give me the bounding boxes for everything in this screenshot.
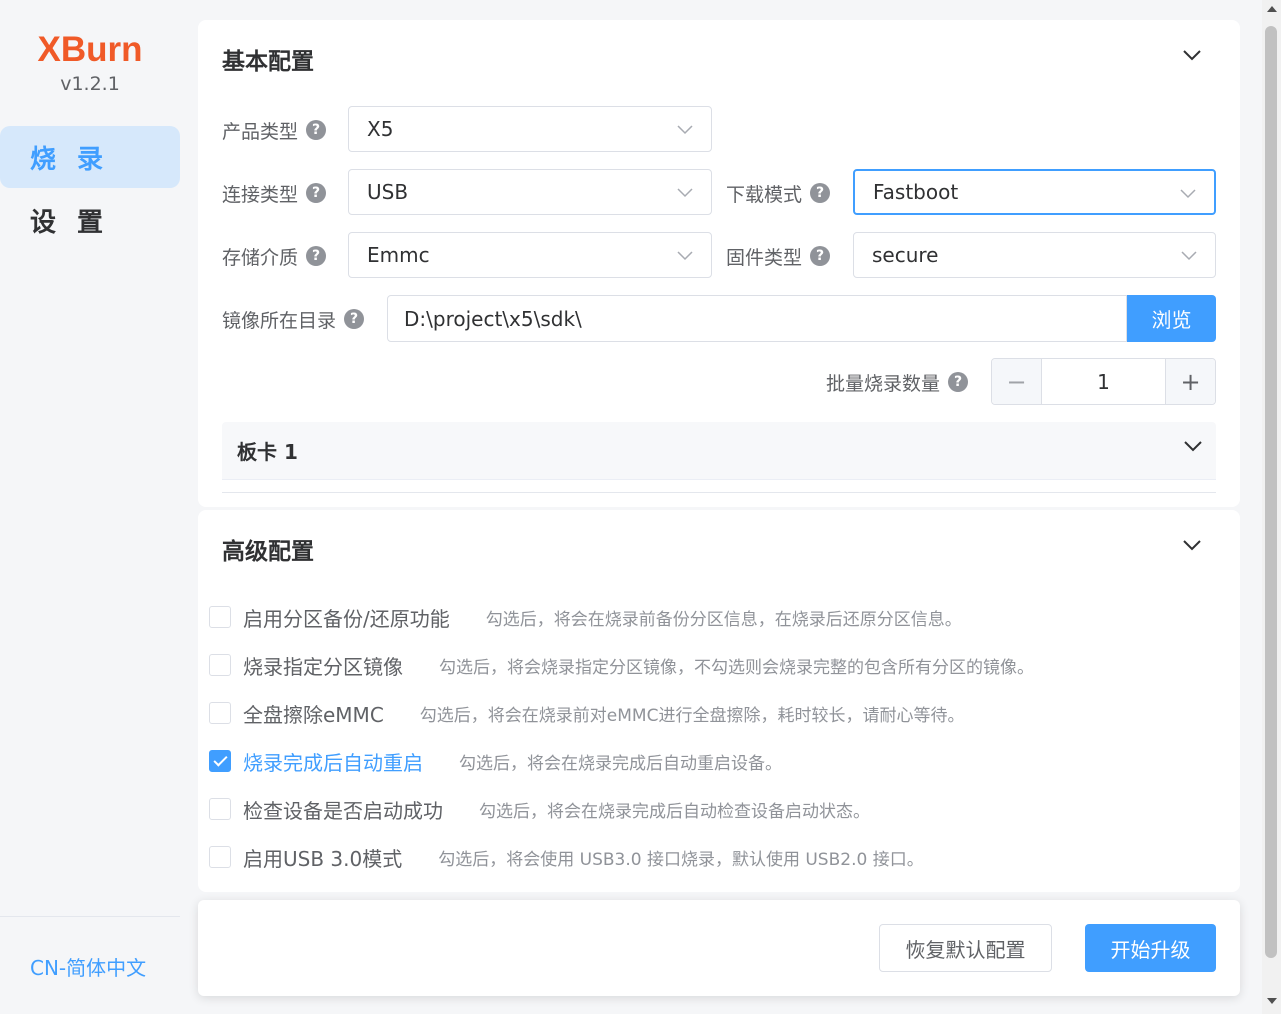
option-label[interactable]: 启用USB 3.0模式 — [243, 843, 402, 872]
scrollbar-thumb[interactable] — [1265, 26, 1277, 958]
option-label[interactable]: 烧录完成后自动重启 — [243, 747, 423, 776]
connect-type-label-text: 连接类型 — [222, 183, 299, 206]
option-label[interactable]: 启用分区备份/还原功能 — [243, 603, 450, 632]
image-dir-label-text: 镜像所在目录 — [222, 309, 337, 332]
option-label[interactable]: 全盘擦除eMMC — [243, 699, 384, 728]
help-icon[interactable]: ? — [810, 183, 831, 203]
product-type-label: 产品类型 ? — [222, 107, 327, 153]
option-description: 勾选后，将会在烧录前对eMMC进行全盘擦除，耗时较长，请耐心等待。 — [419, 705, 965, 726]
connect-type-label: 连接类型 ? — [222, 170, 327, 216]
product-type-label-text: 产品类型 — [222, 120, 299, 143]
app-version: v1.2.1 — [60, 73, 120, 95]
scroll-down-arrow-icon[interactable] — [1267, 998, 1277, 1004]
storage-label-text: 存储介质 — [222, 246, 299, 269]
download-mode-select[interactable]: Fastboot — [853, 169, 1216, 215]
chevron-down-icon[interactable] — [1182, 48, 1202, 62]
batch-count-value[interactable]: 1 — [1042, 359, 1165, 404]
sidebar-item-burn[interactable]: 烧 录 — [0, 126, 180, 188]
storage-select[interactable]: Emmc — [348, 232, 712, 278]
connect-type-select[interactable]: USB — [348, 169, 712, 215]
sidebar: XBurn v1.2.1 烧 录 设 置 CN-简体中文 — [0, 0, 180, 1014]
download-mode-label: 下载模式 ? — [726, 170, 831, 216]
option-checkbox[interactable] — [209, 798, 231, 820]
board-title: 板卡 1 — [237, 440, 298, 464]
option-description: 勾选后，将会烧录指定分区镜像，不勾选则会烧录完整的包含所有分区的镜像。 — [439, 657, 1034, 678]
option-erase-emmc[interactable]: 全盘擦除eMMC 勾选后，将会在烧录前对eMMC进行全盘擦除，耗时较长，请耐心等… — [209, 698, 964, 728]
chevron-down-icon — [1180, 189, 1196, 199]
scroll-up-arrow-icon[interactable] — [1267, 6, 1277, 12]
firmware-type-label: 固件类型 ? — [726, 233, 831, 279]
option-usb3-mode[interactable]: 启用USB 3.0模式 勾选后，将会使用 USB3.0 接口烧录，默认使用 US… — [209, 842, 924, 872]
chevron-down-icon[interactable] — [1182, 538, 1202, 552]
sidebar-divider — [0, 916, 180, 917]
advanced-config-title: 高级配置 — [222, 539, 314, 565]
browse-button[interactable]: 浏览 — [1127, 295, 1216, 342]
option-burn-partition-image[interactable]: 烧录指定分区镜像 勾选后，将会烧录指定分区镜像，不勾选则会烧录完整的包含所有分区… — [209, 650, 1034, 680]
help-icon[interactable]: ? — [344, 309, 365, 329]
image-dir-value: D:\project\x5\sdk\ — [404, 306, 582, 331]
increment-button[interactable]: + — [1165, 359, 1215, 404]
divider — [222, 492, 1216, 493]
image-dir-label: 镜像所在目录 ? — [222, 296, 365, 342]
storage-value: Emmc — [367, 243, 430, 267]
chevron-down-icon — [677, 251, 693, 261]
option-description: 勾选后，将会使用 USB3.0 接口烧录，默认使用 USB2.0 接口。 — [438, 849, 924, 870]
option-auto-reboot[interactable]: 烧录完成后自动重启 勾选后，将会在烧录完成后自动重启设备。 — [209, 746, 782, 776]
help-icon[interactable]: ? — [306, 246, 327, 266]
help-icon[interactable]: ? — [306, 183, 327, 203]
batch-count-stepper: − 1 + — [991, 358, 1216, 405]
batch-count-label-text: 批量烧录数量 — [826, 372, 941, 395]
basic-config-title: 基本配置 — [222, 49, 314, 75]
scrollbar[interactable] — [1262, 0, 1281, 1014]
basic-config-panel: 基本配置 产品类型 ? X5 连接类型 ? USB 下载模式 ? Fastboo… — [198, 20, 1240, 507]
connect-type-value: USB — [367, 180, 409, 204]
sidebar-item-settings[interactable]: 设 置 — [0, 189, 180, 251]
product-type-select[interactable]: X5 — [348, 106, 712, 152]
advanced-config-panel: 高级配置 启用分区备份/还原功能 勾选后，将会在烧录前备份分区信息，在烧录后还原… — [198, 510, 1240, 892]
batch-count-label: 批量烧录数量 ? — [826, 359, 969, 405]
firmware-type-value: secure — [872, 243, 939, 267]
help-icon[interactable]: ? — [306, 120, 327, 140]
option-checkbox[interactable] — [209, 654, 231, 676]
image-dir-input[interactable]: D:\project\x5\sdk\ — [387, 295, 1127, 342]
firmware-type-select[interactable]: secure — [853, 232, 1216, 278]
option-label[interactable]: 烧录指定分区镜像 — [243, 651, 403, 680]
action-footer: 恢复默认配置 开始升级 — [198, 900, 1240, 996]
language-switch[interactable]: CN-简体中文 — [30, 952, 146, 981]
option-partition-backup[interactable]: 启用分区备份/还原功能 勾选后，将会在烧录前备份分区信息，在烧录后还原分区信息。 — [209, 602, 962, 632]
chevron-down-icon[interactable] — [1183, 439, 1203, 453]
product-type-value: X5 — [367, 117, 394, 141]
option-checkbox[interactable] — [209, 606, 231, 628]
option-label[interactable]: 检查设备是否启动成功 — [243, 795, 443, 824]
option-check-boot[interactable]: 检查设备是否启动成功 勾选后，将会在烧录完成后自动检查设备启动状态。 — [209, 794, 870, 824]
download-mode-label-text: 下载模式 — [726, 183, 803, 206]
option-checkbox[interactable] — [209, 702, 231, 724]
board-section-header[interactable]: 板卡 1 — [222, 422, 1216, 480]
option-description: 勾选后，将会在烧录前备份分区信息，在烧录后还原分区信息。 — [485, 609, 962, 630]
start-upgrade-button[interactable]: 开始升级 — [1085, 924, 1216, 972]
chevron-down-icon — [677, 188, 693, 198]
chevron-down-icon — [1181, 251, 1197, 261]
option-description: 勾选后，将会在烧录完成后自动重启设备。 — [459, 753, 782, 774]
help-icon[interactable]: ? — [810, 246, 831, 266]
option-description: 勾选后，将会在烧录完成后自动检查设备启动状态。 — [479, 801, 870, 822]
download-mode-value: Fastboot — [873, 180, 959, 204]
storage-label: 存储介质 ? — [222, 233, 327, 279]
option-checkbox-checked[interactable] — [209, 750, 231, 772]
firmware-type-label-text: 固件类型 — [726, 246, 803, 269]
decrement-button[interactable]: − — [992, 359, 1042, 404]
chevron-down-icon — [677, 125, 693, 135]
option-checkbox[interactable] — [209, 846, 231, 868]
help-icon[interactable]: ? — [948, 372, 969, 392]
reset-defaults-button[interactable]: 恢复默认配置 — [879, 924, 1052, 972]
app-logo: XBurn — [37, 30, 143, 69]
